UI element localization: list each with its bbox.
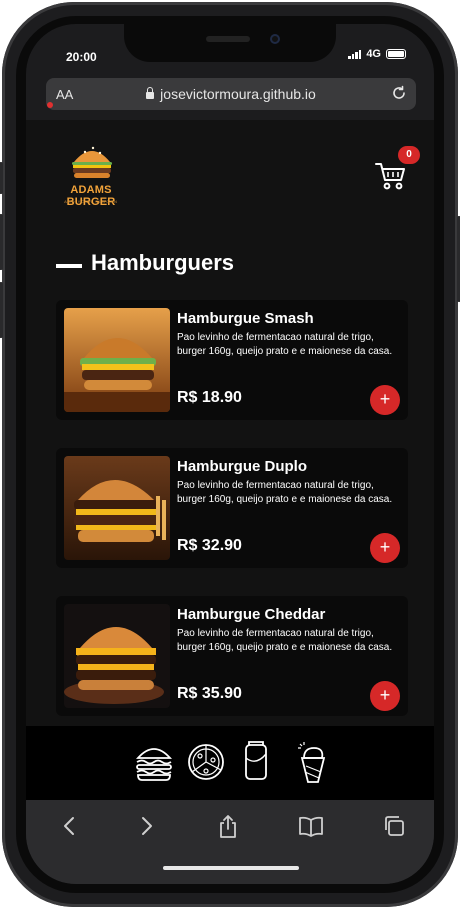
ice-cream-icon[interactable]: [294, 740, 328, 789]
battery-icon: [386, 49, 406, 59]
product-name: Hamburgue Duplo: [177, 458, 307, 475]
network-type: 4G: [366, 48, 381, 60]
lock-icon: [146, 87, 155, 99]
product-description: Pao levinho de fermentacao natural de tr…: [177, 480, 393, 505]
signal-icon: [348, 49, 362, 59]
notch: [124, 24, 336, 62]
product-card[interactable]: Hamburgue Duplo Pao levinho de fermentac…: [56, 448, 408, 568]
product-name: Hamburgue Cheddar: [177, 606, 326, 623]
url-text: josevictormoura.github.io: [160, 86, 316, 102]
product-card[interactable]: Hamburgue Smash Pao levinho de fermentac…: [56, 300, 408, 420]
url-display[interactable]: josevictormoura.github.io: [46, 86, 416, 102]
cart-icon[interactable]: [374, 160, 408, 197]
category-bar: [26, 726, 434, 800]
speaker: [206, 36, 250, 42]
section-divider: [56, 264, 82, 268]
product-image: [64, 456, 170, 560]
add-to-cart-button[interactable]: +: [370, 533, 400, 563]
home-indicator[interactable]: [163, 866, 299, 870]
volume-down-button: [0, 282, 3, 338]
product-description: Pao levinho de fermentacao natural de tr…: [177, 628, 393, 653]
page-content: ADAMS BURGER ADD YOUR SLOGAN 0 Hamburgue…: [26, 120, 434, 726]
product-name: Hamburgue Smash: [177, 310, 314, 327]
browser-toolbar: [26, 800, 434, 884]
product-image: [64, 308, 170, 412]
pizza-icon[interactable]: [186, 740, 226, 787]
product-price: R$ 18.90: [177, 389, 242, 406]
section-header: Hamburguers: [56, 250, 234, 276]
camera: [270, 34, 280, 44]
brand-tagline: ADD YOUR SLOGAN: [64, 199, 118, 204]
product-price: R$ 35.90: [177, 685, 242, 702]
forward-icon[interactable]: [136, 814, 156, 843]
product-card[interactable]: Hamburgue Cheddar Pao levinho de ferment…: [56, 596, 408, 716]
tabs-icon[interactable]: [382, 814, 406, 843]
brand-name: ADAMS BURGER: [66, 184, 116, 208]
status-indicators: 4G: [348, 48, 406, 60]
burger-icon[interactable]: [134, 740, 174, 787]
mute-switch: [0, 162, 3, 194]
phone-frame: 20:00 4G AA josevictormoura.github.io AD…: [0, 2, 460, 907]
section-title: Hamburguers: [91, 250, 235, 275]
back-icon[interactable]: [60, 814, 80, 843]
soda-can-icon[interactable]: [242, 740, 270, 787]
share-icon[interactable]: [216, 814, 240, 845]
product-image: [64, 604, 170, 708]
product-price: R$ 32.90: [177, 537, 242, 554]
add-to-cart-button[interactable]: +: [370, 681, 400, 711]
address-bar[interactable]: AA josevictormoura.github.io: [46, 78, 416, 110]
cart-count-badge: 0: [398, 146, 420, 164]
status-time: 20:00: [66, 50, 97, 64]
reload-icon[interactable]: [390, 84, 408, 107]
bookmarks-icon[interactable]: [298, 814, 324, 843]
volume-up-button: [0, 214, 3, 270]
product-description: Pao levinho de fermentacao natural de tr…: [177, 332, 393, 357]
record-indicator: [47, 102, 53, 108]
screen: 20:00 4G AA josevictormoura.github.io AD…: [26, 24, 434, 884]
add-to-cart-button[interactable]: +: [370, 385, 400, 415]
